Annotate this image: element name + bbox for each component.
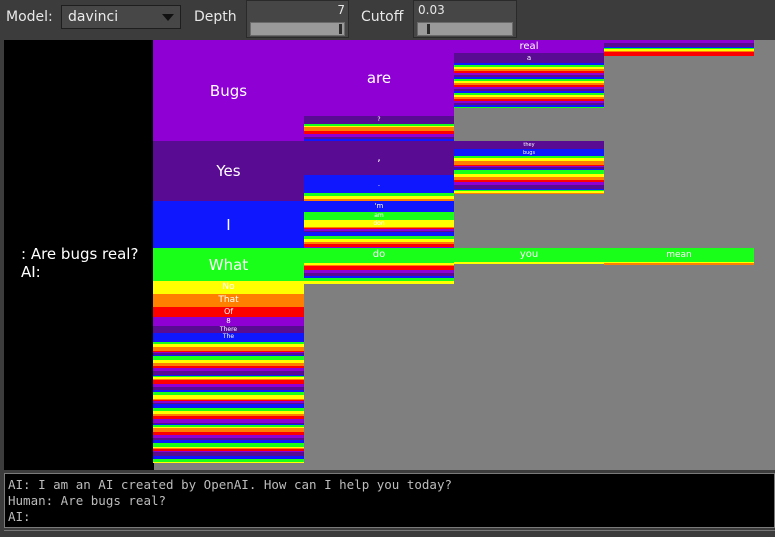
token-label: Yes bbox=[216, 162, 241, 180]
token-cell[interactable]: am bbox=[304, 212, 454, 220]
token-stripe bbox=[604, 263, 754, 265]
token-cell[interactable]: Yes bbox=[153, 141, 304, 201]
console-line: AI: I am an AI created by OpenAI. How ca… bbox=[8, 477, 453, 492]
cutoff-slider-handle[interactable] bbox=[427, 24, 430, 34]
model-value: davinci bbox=[68, 9, 119, 25]
token-cell[interactable]: bugs bbox=[454, 149, 604, 156]
token-label: Of bbox=[223, 307, 234, 316]
token-stripe bbox=[304, 281, 454, 284]
token-cell[interactable]: mean bbox=[604, 248, 754, 262]
token-cell[interactable]: . bbox=[304, 175, 454, 193]
depth-slider-handle[interactable] bbox=[339, 24, 342, 34]
model-select[interactable]: davinci bbox=[61, 5, 181, 29]
prompt-text: : Are bugs real? AI: bbox=[21, 245, 139, 281]
console-line: Human: Are bugs real? bbox=[8, 493, 167, 508]
token-label: . bbox=[377, 180, 381, 188]
token-cell[interactable]: you bbox=[454, 248, 604, 262]
token-label: they bbox=[523, 142, 535, 148]
token-cell[interactable]: 'm bbox=[304, 201, 454, 212]
token-label: , bbox=[377, 151, 381, 164]
cutoff-control[interactable]: 0.03 bbox=[413, 0, 517, 38]
token-stripe bbox=[604, 52, 754, 56]
chevron-down-icon bbox=[162, 14, 174, 21]
cutoff-slider-track[interactable] bbox=[417, 22, 513, 36]
token-label: That bbox=[218, 295, 239, 305]
token-cell[interactable]: I bbox=[153, 201, 304, 248]
token-cell[interactable]: ? bbox=[304, 116, 454, 124]
cutoff-value: 0.03 bbox=[418, 3, 445, 17]
token-cell[interactable]: There bbox=[153, 326, 304, 333]
depth-value: 7 bbox=[337, 3, 345, 17]
token-label: I bbox=[226, 216, 231, 234]
token-cell[interactable]: they bbox=[454, 141, 604, 149]
console-line: AI: bbox=[8, 509, 31, 524]
token-label: There bbox=[219, 326, 238, 333]
token-cell[interactable]: are bbox=[304, 40, 454, 116]
token-label: 8 bbox=[226, 317, 231, 325]
token-label: mean bbox=[666, 250, 692, 260]
token-label: am bbox=[374, 212, 384, 219]
token-label: don bbox=[373, 220, 385, 227]
token-cell[interactable]: What bbox=[153, 248, 304, 281]
token-cell[interactable]: , bbox=[304, 141, 454, 175]
depth-label: Depth bbox=[194, 9, 237, 25]
token-label: a bbox=[526, 54, 532, 62]
token-cell[interactable]: 8 bbox=[153, 317, 304, 326]
token-cell[interactable]: No bbox=[153, 281, 304, 294]
token-label: are bbox=[366, 69, 392, 87]
token-label: ? bbox=[377, 116, 381, 123]
prompt-column: : Are bugs real? AI: bbox=[4, 40, 154, 470]
token-stripe bbox=[454, 193, 604, 194]
cutoff-label: Cutoff bbox=[361, 9, 404, 25]
token-cell[interactable]: That bbox=[153, 294, 304, 307]
toolbar: Model: davinci Depth 7 Cutoff 0.03 bbox=[0, 0, 775, 38]
token-stripe bbox=[454, 262, 604, 264]
token-label: real bbox=[519, 41, 539, 52]
depth-control[interactable]: 7 bbox=[246, 0, 349, 38]
conversation-console[interactable]: AI: I am an AI created by OpenAI. How ca… bbox=[4, 473, 775, 528]
token-cell[interactable]: Bugs bbox=[153, 40, 304, 141]
token-cell[interactable]: a bbox=[454, 53, 604, 63]
depth-slider-track[interactable] bbox=[250, 22, 345, 36]
token-label: Bugs bbox=[209, 82, 248, 100]
token-cell[interactable]: Of bbox=[153, 307, 304, 317]
token-tree-panel: : Are bugs real? AI: Bugs Yes I What No That O… bbox=[4, 40, 775, 470]
token-label: What bbox=[208, 256, 249, 274]
token-label: 'm bbox=[374, 202, 384, 210]
token-label: No bbox=[222, 282, 235, 292]
model-label: Model: bbox=[6, 9, 53, 25]
token-label: you bbox=[519, 249, 539, 260]
token-cell[interactable]: real bbox=[454, 40, 604, 53]
token-cell[interactable]: do bbox=[304, 248, 454, 262]
token-stripe bbox=[454, 107, 604, 108]
token-cell[interactable]: don bbox=[304, 220, 454, 227]
token-stripe bbox=[153, 462, 304, 463]
token-label: do bbox=[372, 249, 386, 260]
